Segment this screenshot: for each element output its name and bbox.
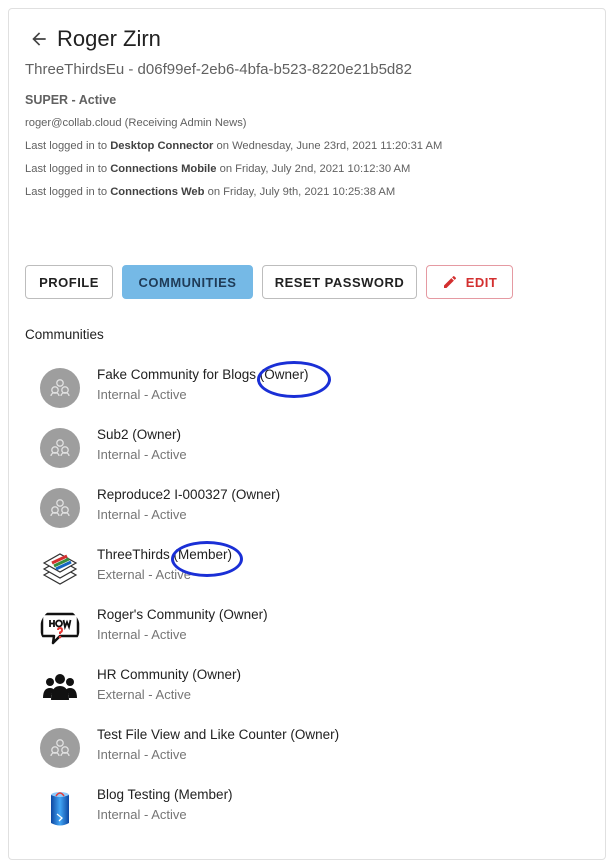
community-name: HR Community (Owner) bbox=[97, 667, 242, 682]
community-placeholder-icon bbox=[40, 728, 80, 768]
how-speech-bubble-logo bbox=[40, 608, 80, 648]
community-status: Internal - Active bbox=[97, 807, 187, 822]
login-line: Last logged in to Desktop Connector on W… bbox=[25, 140, 443, 152]
community-status: Internal - Active bbox=[97, 387, 187, 402]
community-placeholder-icon bbox=[40, 488, 80, 528]
community-list-item[interactable]: Fake Community for Blogs (Owner) Interna… bbox=[40, 367, 580, 412]
community-name: Reproduce2 I-000327 (Owner) bbox=[97, 487, 281, 502]
page-title: Roger Zirn bbox=[57, 26, 161, 51]
blue-bottle-logo bbox=[40, 788, 80, 828]
community-name: Test File View and Like Counter (Owner) bbox=[97, 727, 340, 742]
community-status: Internal - Active bbox=[97, 507, 187, 522]
pencil-icon bbox=[443, 275, 456, 288]
community-name: Roger's Community (Owner) bbox=[97, 607, 268, 622]
community-list-item[interactable]: Test File View and Like Counter (Owner) … bbox=[40, 727, 580, 772]
community-list-item[interactable]: ThreeThirds (Member) External - Active bbox=[40, 547, 580, 592]
profile-button[interactable]: PROFILE bbox=[25, 265, 113, 299]
user-role-status: SUPER - Active bbox=[25, 93, 117, 107]
people-group-icon bbox=[40, 668, 80, 708]
community-name: Fake Community for Blogs (Owner) bbox=[97, 367, 309, 382]
org-id-subtitle: ThreeThirdsEu - d06f99ef-2eb6-4bfa-b523-… bbox=[25, 61, 412, 78]
stacked-layers-logo bbox=[40, 548, 80, 588]
community-list-item[interactable]: HR Community (Owner) External - Active bbox=[40, 667, 580, 712]
community-list-item[interactable]: Sub2 (Owner) Internal - Active bbox=[40, 427, 580, 472]
reset-password-button[interactable]: RESET PASSWORD bbox=[262, 265, 417, 299]
back-arrow-icon[interactable] bbox=[29, 29, 49, 49]
page-header: Roger Zirn bbox=[29, 26, 161, 52]
communities-section-title: Communities bbox=[25, 327, 104, 342]
community-placeholder-icon bbox=[40, 428, 80, 468]
community-list-item[interactable]: Blog Testing (Member) Internal - Active bbox=[40, 787, 580, 832]
community-status: Internal - Active bbox=[97, 627, 187, 642]
email-line: roger@collab.cloud (Receiving Admin News… bbox=[25, 117, 247, 129]
community-status: External - Active bbox=[97, 687, 191, 702]
edit-button-label: EDIT bbox=[465, 274, 498, 290]
login-line: Last logged in to Connections Mobile on … bbox=[25, 163, 411, 175]
community-status: Internal - Active bbox=[97, 747, 187, 762]
edit-button[interactable]: EDIT bbox=[426, 265, 513, 299]
community-name: Sub2 (Owner) bbox=[97, 427, 182, 442]
community-status: External - Active bbox=[97, 567, 191, 582]
community-name: ThreeThirds (Member) bbox=[97, 547, 233, 562]
login-line: Last logged in to Connections Web on Fri… bbox=[25, 186, 396, 198]
community-placeholder-icon bbox=[40, 368, 80, 408]
community-name: Blog Testing (Member) bbox=[97, 787, 233, 802]
community-list-item[interactable]: Roger's Community (Owner) Internal - Act… bbox=[40, 607, 580, 652]
community-list-item[interactable]: Reproduce2 I-000327 (Owner) Internal - A… bbox=[40, 487, 580, 532]
community-status: Internal - Active bbox=[97, 447, 187, 462]
communities-button[interactable]: COMMUNITIES bbox=[122, 265, 253, 299]
